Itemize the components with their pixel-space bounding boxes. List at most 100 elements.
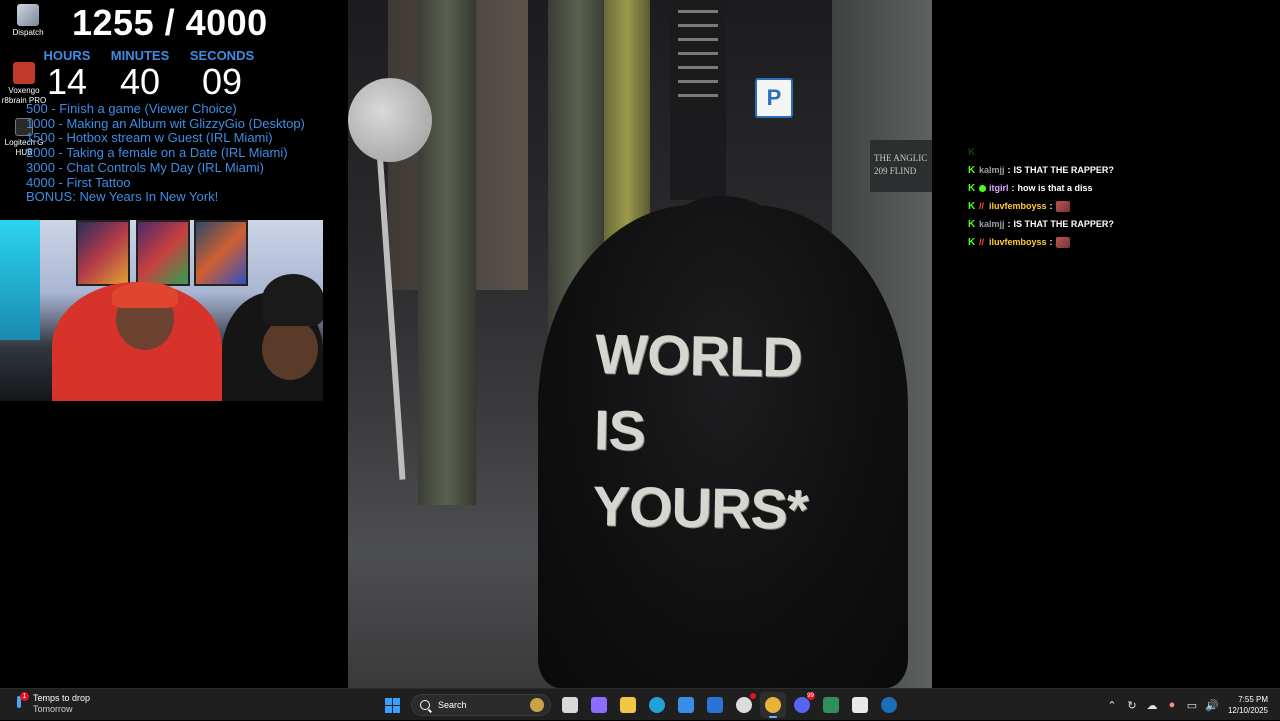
sub-badge-icon: // [979,200,985,211]
store-icon [677,697,694,713]
wall-poster [76,220,130,286]
chat-username[interactable]: itgirl [989,183,1009,193]
taskbar-apps: Search 99 [378,689,903,721]
taskbar-app-edge[interactable] [644,692,670,718]
goal-item: 1500 - Hotbox stream w Guest (IRL Miami) [26,130,273,146]
webcam-feed [0,220,323,401]
system-tray: ⌃ ↻ ☁ ● ▭ 🔊 7:55 PM 12/10/2025 [1102,689,1280,721]
led-light [0,220,40,340]
taskbar-app-store[interactable] [673,692,699,718]
desktop-icon-dispatch[interactable]: Dispatch [0,4,56,38]
thermometer-icon: 1 [12,692,29,713]
microphone-icon[interactable]: ● [1162,695,1182,715]
building-plate-line: 209 FLIND [874,166,917,176]
emote-icon [1055,236,1070,248]
hoodie-print-line: IS [593,398,646,463]
weather-badge: 1 [20,692,29,701]
hoodie-print-line: YOURS* [592,474,809,541]
chat-username[interactable]: iluvfemboyss [989,201,1047,211]
notification-count: 99 [806,692,815,700]
hoodie-print: WORLD IS YOURS* [592,316,811,548]
task-view-icon [561,697,578,713]
goal-item: BONUS: New Years In New York! [26,189,219,205]
skyscraper [670,0,726,200]
dispatch-app-icon [17,4,39,26]
chat-message: K [968,143,1168,161]
chat-message: K// iluvfemboyss: [968,233,1168,251]
emote-icon [1055,200,1070,212]
taskbar-app-excel-like[interactable] [818,692,844,718]
chat-username[interactable]: iluvfemboyss [989,237,1047,247]
volume-icon[interactable]: 🔊 [1202,695,1222,715]
file-explorer-icon [619,697,636,713]
search-placeholder: Search [438,700,467,710]
verified-badge-icon [979,184,986,192]
windows-icon [385,697,400,713]
wall-poster [136,220,190,286]
chat-separator: : [1011,183,1015,193]
taskbar: 1 Temps to drop Tomorrow Search 99 ⌃ ↻ ☁… [0,688,1280,720]
excel-like-icon [822,697,839,713]
sub-badge-icon: // [979,236,985,247]
weather-widget[interactable]: 1 Temps to drop Tomorrow [12,692,91,715]
chat-message: Kkalmjj: IS THAT THE RAPPER? [968,161,1168,179]
timer-minutes-value: 40 [119,61,161,102]
taskbar-app-discord[interactable]: 99 [789,692,815,718]
chat-message: Kkalmjj: IS THAT THE RAPPER? [968,215,1168,233]
sub-goal-counter: 1255 / 4000 [72,2,268,43]
tree-trunk [418,0,476,505]
kick-badge-icon: K [968,182,976,194]
edge-icon [648,697,665,713]
streamer-headwear [112,282,178,308]
goal-item: 4000 - First Tattoo [26,174,131,190]
start-button[interactable] [380,692,406,718]
timer-hours: HOURS 14 [27,48,107,101]
chat-separator: : [1007,219,1011,229]
taskbar-app-outlook[interactable] [702,692,728,718]
taskbar-search[interactable]: Search [411,694,551,716]
outlook-icon [706,697,723,713]
kick-badge-icon: K [968,200,976,212]
weather-subline: Tomorrow [33,704,73,714]
cloud-off-icon[interactable]: ☁ [1142,695,1162,715]
discord-icon [793,697,810,713]
taskbar-app-obs[interactable] [731,692,757,718]
chevron-up-icon[interactable]: ⌃ [1102,695,1122,715]
goal-item: 2000 - Taking a female on a Date (IRL Mi… [26,145,288,161]
chrome-icon [764,697,781,713]
taskbar-app-task-view[interactable] [557,692,583,718]
desktop-icon-label: Dispatch [12,28,44,37]
sync-icon[interactable]: ↻ [1122,695,1142,715]
taskbar-app-copilot[interactable] [586,692,612,718]
search-icon [420,700,430,710]
chat-username[interactable]: kalmjj [979,219,1005,229]
chat-text: IS THAT THE RAPPER? [1013,219,1114,229]
taskbar-app-file-explorer[interactable] [615,692,641,718]
chat-overlay: K Kkalmjj: IS THAT THE RAPPER? Kitgirl: how … [968,143,1168,251]
taskbar-app-chrome[interactable] [759,692,786,718]
hoodie-print-line: WORLD [594,322,803,389]
wall-poster [194,220,248,286]
kick-badge-icon: K [968,218,976,230]
chat-message: K// iluvfemboyss: [968,197,1168,215]
chat-text: how is that a diss [1017,183,1093,193]
display-icon[interactable]: ▭ [1182,695,1202,715]
copilot-icon [590,697,607,713]
building-plate-line: THE ANGLIC [874,153,928,163]
chat-username[interactable]: kalmjj [979,165,1005,175]
taskbar-app-g-hub[interactable] [847,692,873,718]
g-hub-icon [851,697,868,713]
goal-item: 500 - Finish a game (Viewer Choice) [26,101,237,116]
weather-headline: Temps to drop [33,693,91,703]
kick-badge-icon: K [968,146,976,158]
chat-separator: : [1049,237,1053,247]
obs-icon [735,697,752,713]
taskbar-app-steam[interactable] [876,692,902,718]
timer-seconds-value: 09 [201,61,243,102]
taskbar-clock[interactable]: 7:55 PM 12/10/2025 [1222,694,1280,716]
search-highlight-icon [530,698,544,712]
building-plate: THE ANGLIC 209 FLIND [870,140,932,192]
clock-time: 7:55 PM [1238,695,1268,704]
steam-icon [880,697,897,713]
goal-item: 3000 - Chat Controls My Day (IRL Miami) [26,159,264,175]
